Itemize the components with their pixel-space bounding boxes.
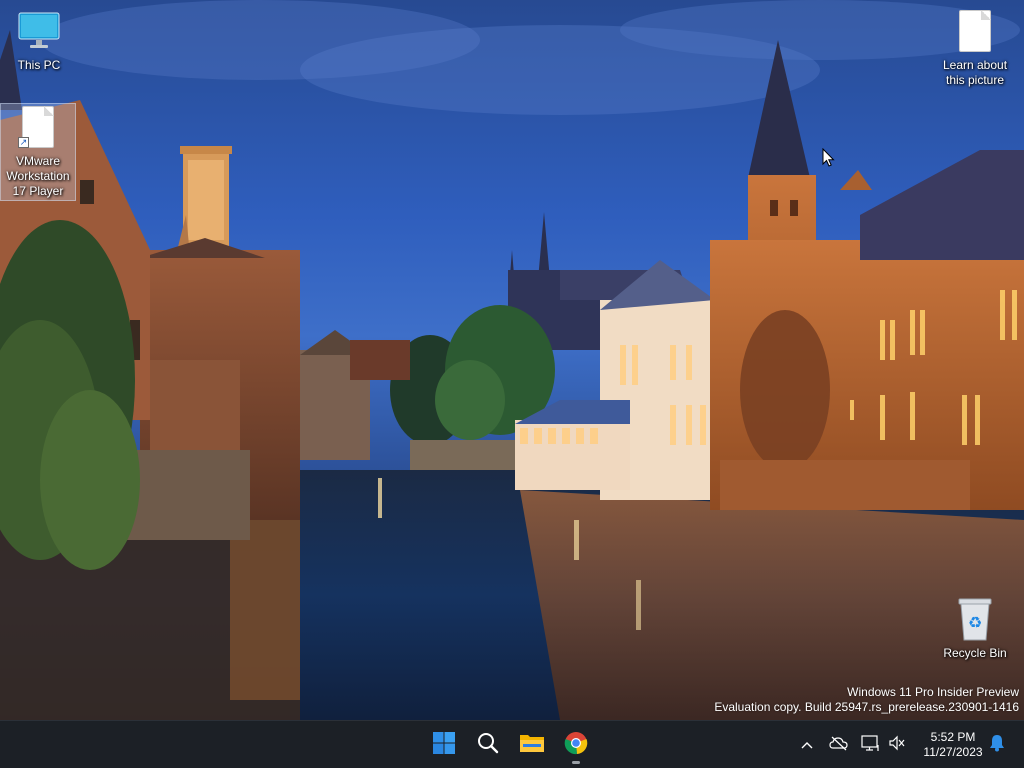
search-button[interactable] bbox=[468, 725, 508, 765]
volume-muted-icon bbox=[888, 735, 906, 756]
notifications-button[interactable] bbox=[982, 730, 1012, 760]
show-hidden-icons-button[interactable] bbox=[792, 730, 822, 760]
windows-start-icon bbox=[432, 731, 456, 760]
monitor-icon bbox=[17, 8, 61, 54]
notification-bell-icon bbox=[989, 734, 1005, 757]
taskbar-apps bbox=[424, 721, 596, 768]
desktop-icon-label: VMware Workstation 17 Player bbox=[6, 154, 70, 198]
notification-area bbox=[982, 721, 1012, 768]
windows-watermark: Windows 11 Pro Insider Preview Evaluatio… bbox=[714, 685, 1019, 715]
watermark-edition: Windows 11 Pro Insider Preview bbox=[847, 685, 1019, 699]
desktop-icon-label: This PC bbox=[17, 58, 61, 72]
chevron-up-icon bbox=[801, 736, 813, 754]
chrome-button[interactable] bbox=[556, 725, 596, 765]
desktop-icon-this-pc[interactable]: This PC bbox=[1, 8, 77, 73]
file-icon bbox=[953, 8, 997, 54]
search-icon bbox=[476, 731, 500, 760]
desktop-icon-recycle-bin[interactable]: ♻ Recycle Bin bbox=[937, 596, 1013, 661]
svg-text:♻: ♻ bbox=[968, 613, 982, 632]
file-shortcut-icon: ↗ bbox=[16, 104, 60, 150]
network-display-icon bbox=[861, 734, 881, 757]
watermark-build: Evaluation copy. Build 25947.rs_prerelea… bbox=[714, 700, 1019, 714]
desktop-wallpaper bbox=[0, 0, 1024, 720]
chrome-icon bbox=[564, 731, 588, 760]
recycle-bin-icon: ♻ bbox=[953, 596, 997, 642]
mouse-cursor-icon bbox=[822, 147, 836, 173]
folder-icon bbox=[519, 732, 545, 759]
tray-onedrive-offline[interactable] bbox=[824, 730, 854, 760]
desktop-icon-learn-about-picture[interactable]: Learn about this picture bbox=[937, 8, 1013, 88]
no-network-icon bbox=[829, 735, 849, 756]
taskbar: 5:52 PM 11/27/2023 bbox=[0, 720, 1024, 768]
tray-volume-button[interactable] bbox=[882, 730, 912, 760]
desktop-icon-vmware-workstation[interactable]: ↗ VMware Workstation 17 Player bbox=[0, 103, 76, 201]
desktop-icon-label: Recycle Bin bbox=[943, 646, 1007, 660]
system-tray bbox=[792, 721, 912, 768]
desktop-icon-label: Learn about this picture bbox=[942, 58, 1008, 87]
file-explorer-button[interactable] bbox=[512, 725, 552, 765]
start-button[interactable] bbox=[424, 725, 464, 765]
